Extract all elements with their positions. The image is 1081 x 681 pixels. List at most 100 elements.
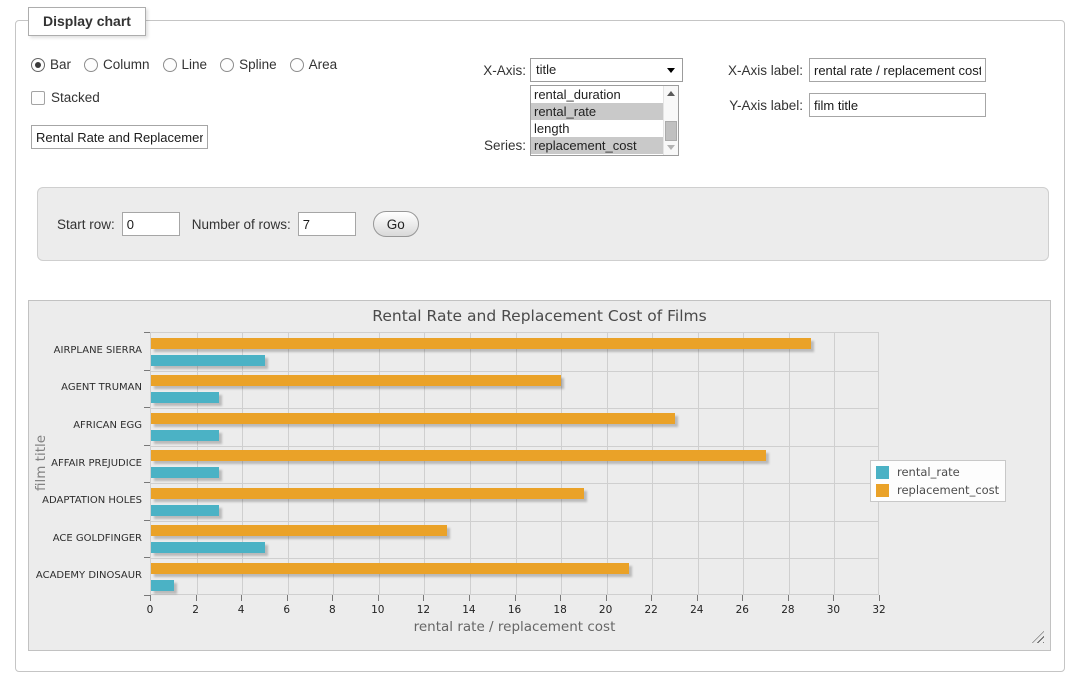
legend-item: rental_rate xyxy=(873,463,1003,481)
gridline-v xyxy=(516,333,517,594)
x-tick-mark xyxy=(196,595,197,601)
category-label: ACADEMY DINOSAUR xyxy=(29,570,142,581)
series-listbox[interactable]: rental_durationrental_ratelengthreplacem… xyxy=(530,85,679,156)
chart-type-radio-area[interactable]: Area xyxy=(290,57,338,72)
x-axis-select-value: title xyxy=(536,62,556,77)
x-tick-mark xyxy=(788,595,789,601)
go-button[interactable]: Go xyxy=(373,211,419,237)
stacked-checkbox-row[interactable]: Stacked xyxy=(31,90,100,105)
x-axis-select-label: X-Axis: xyxy=(466,63,526,78)
x-tick-label: 6 xyxy=(270,604,304,616)
y-tick-mark xyxy=(144,407,150,408)
gridline-h xyxy=(151,521,878,522)
y-tick-mark xyxy=(144,557,150,558)
category-label: AFRICAN EGG xyxy=(29,420,142,431)
chart-title-input[interactable] xyxy=(31,125,208,149)
bar-replacement_cost-adaptation-holes xyxy=(151,488,584,499)
gridline-h xyxy=(151,483,878,484)
radio-label: Column xyxy=(103,57,150,72)
chevron-down-icon xyxy=(667,68,675,73)
gridline-v xyxy=(424,333,425,594)
x-tick-label: 22 xyxy=(634,604,668,616)
series-option-replacement_cost[interactable]: replacement_cost xyxy=(531,137,663,154)
radio-icon[interactable] xyxy=(290,58,304,72)
x-tick-label: 2 xyxy=(179,604,213,616)
series-option-rental_rate[interactable]: rental_rate xyxy=(531,103,663,120)
bar-rental_rate-affair-prejudice xyxy=(151,467,219,478)
gridline-v xyxy=(379,333,380,594)
start-row-input[interactable] xyxy=(122,212,180,236)
gridline-h xyxy=(151,558,878,559)
x-tick-label: 18 xyxy=(543,604,577,616)
legend-item: replacement_cost xyxy=(873,481,1003,499)
chart-legend: rental_ratereplacement_cost xyxy=(870,460,1006,502)
gridline-v xyxy=(333,333,334,594)
radio-icon[interactable] xyxy=(84,58,98,72)
series-option-rental_duration[interactable]: rental_duration xyxy=(531,86,663,103)
x-tick-label: 4 xyxy=(224,604,258,616)
legend-swatch-icon xyxy=(876,484,889,497)
series-options: rental_durationrental_ratelengthreplacem… xyxy=(531,86,663,154)
x-tick-label: 14 xyxy=(452,604,486,616)
x-tick-mark xyxy=(241,595,242,601)
bar-rental_rate-african-egg xyxy=(151,430,219,441)
radio-icon[interactable] xyxy=(163,58,177,72)
category-label: ADAPTATION HOLES xyxy=(29,495,142,506)
bar-rental_rate-adaptation-holes xyxy=(151,505,219,516)
x-tick-mark xyxy=(833,595,834,601)
y-tick-mark xyxy=(144,482,150,483)
scroll-up-icon[interactable] xyxy=(667,91,675,96)
bar-replacement_cost-ace-goldfinger xyxy=(151,525,447,536)
bar-replacement_cost-agent-truman xyxy=(151,375,561,386)
scrollbar-thumb[interactable] xyxy=(665,121,677,142)
x-tick-mark xyxy=(742,595,743,601)
x-tick-mark xyxy=(515,595,516,601)
gridline-v xyxy=(561,333,562,594)
fieldset-legend: Display chart xyxy=(28,7,146,36)
series-option-length[interactable]: length xyxy=(531,120,663,137)
x-tick-label: 32 xyxy=(862,604,896,616)
x-axis-label-input[interactable] xyxy=(809,58,986,82)
gridline-v xyxy=(242,333,243,594)
gridline-h xyxy=(151,446,878,447)
num-rows-input[interactable] xyxy=(298,212,356,236)
chart-type-radio-spline[interactable]: Spline xyxy=(220,57,277,72)
x-tick-mark xyxy=(332,595,333,601)
bar-rental_rate-academy-dinosaur xyxy=(151,580,174,591)
chart-type-radio-column[interactable]: Column xyxy=(84,57,150,72)
bar-replacement_cost-airplane-sierra xyxy=(151,338,811,349)
bar-replacement_cost-affair-prejudice xyxy=(151,450,766,461)
x-axis-select[interactable]: title xyxy=(530,58,683,82)
series-label: Series: xyxy=(466,138,526,153)
resize-handle-icon[interactable] xyxy=(1032,631,1044,643)
x-axis-label-label: X-Axis label: xyxy=(723,63,803,78)
chart-title: Rental Rate and Replacement Cost of Film… xyxy=(29,307,1050,325)
gridline-v xyxy=(743,333,744,594)
radio-icon[interactable] xyxy=(31,58,45,72)
x-tick-mark xyxy=(560,595,561,601)
x-tick-mark xyxy=(469,595,470,601)
category-label: AIRPLANE SIERRA xyxy=(29,345,142,356)
checkbox-icon[interactable] xyxy=(31,91,45,105)
chart-type-radio-group: Bar Column Line Spline Area xyxy=(31,57,337,72)
series-scrollbar[interactable] xyxy=(663,86,678,155)
stacked-label: Stacked xyxy=(51,90,100,105)
bar-rental_rate-airplane-sierra xyxy=(151,355,265,366)
gridline-v xyxy=(834,333,835,594)
x-tick-label: 12 xyxy=(406,604,440,616)
y-axis-label-input[interactable] xyxy=(809,93,986,117)
plot-area xyxy=(150,332,879,595)
gridline-v xyxy=(607,333,608,594)
chart-type-radio-bar[interactable]: Bar xyxy=(31,57,71,72)
num-rows-label: Number of rows: xyxy=(192,217,291,232)
radio-label: Spline xyxy=(239,57,277,72)
x-tick-mark xyxy=(423,595,424,601)
gridline-v xyxy=(698,333,699,594)
category-label: AFFAIR PREJUDICE xyxy=(29,458,142,469)
y-tick-mark xyxy=(144,370,150,371)
scroll-down-icon[interactable] xyxy=(667,145,675,150)
x-tick-label: 0 xyxy=(133,604,167,616)
radio-label: Area xyxy=(309,57,338,72)
chart-type-radio-line[interactable]: Line xyxy=(163,57,208,72)
radio-icon[interactable] xyxy=(220,58,234,72)
